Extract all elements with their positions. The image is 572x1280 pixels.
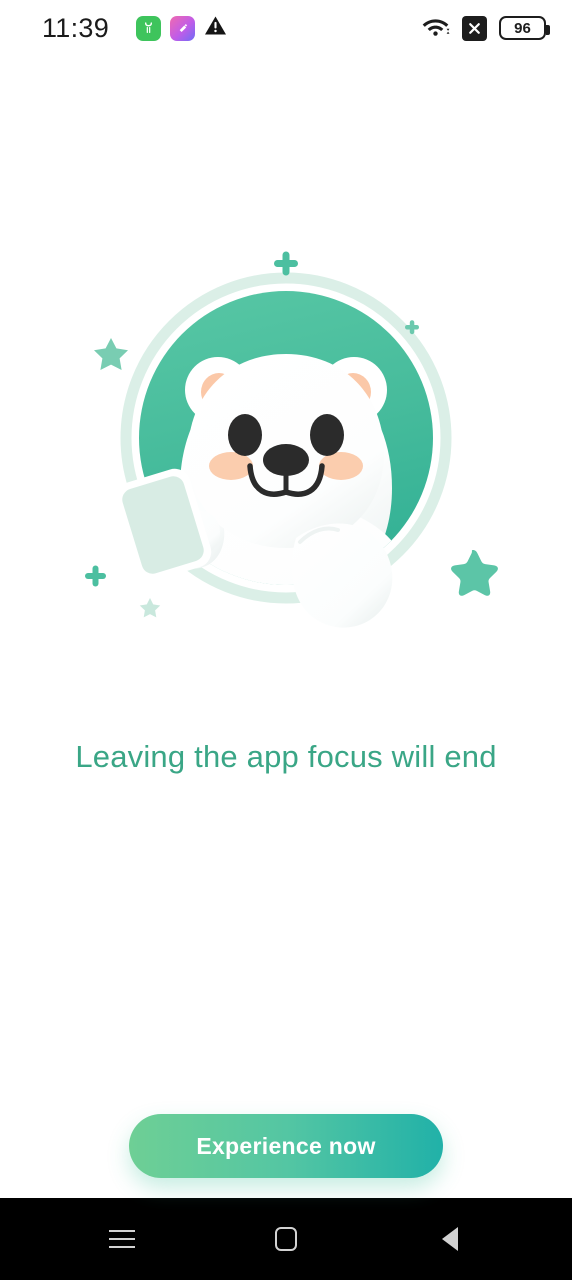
home-button[interactable] xyxy=(250,1211,322,1267)
polar-bear-with-phone-illustration xyxy=(0,242,572,662)
battery-level-text: 96 xyxy=(514,19,531,37)
status-bar: 11:39 96 xyxy=(0,0,572,56)
status-bar-right: 96 xyxy=(421,14,550,42)
recents-icon xyxy=(109,1230,135,1248)
recents-button[interactable] xyxy=(86,1211,158,1267)
cta-container: Experience now xyxy=(0,1114,572,1178)
gallery-app-icon xyxy=(170,15,196,41)
status-bar-left: 11:39 xyxy=(42,12,227,43)
clothing-app-icon xyxy=(136,15,162,41)
no-sim-icon xyxy=(462,15,487,41)
main-content: Leaving the app focus will end Experienc… xyxy=(0,56,572,1198)
back-button[interactable] xyxy=(414,1211,486,1267)
app-screen: 11:39 96 Leaving the app focus will end … xyxy=(0,0,572,1280)
home-square-icon xyxy=(275,1227,297,1251)
status-clock: 11:39 xyxy=(42,12,110,43)
page-headline: Leaving the app focus will end xyxy=(75,739,497,774)
battery-indicator: 96 xyxy=(499,16,550,40)
experience-now-button[interactable]: Experience now xyxy=(129,1114,443,1178)
warning-icon xyxy=(204,15,227,41)
system-navigation-bar xyxy=(0,1198,572,1280)
wifi-icon xyxy=(421,14,450,42)
back-triangle-icon xyxy=(442,1227,458,1251)
status-notification-icons xyxy=(136,15,227,41)
